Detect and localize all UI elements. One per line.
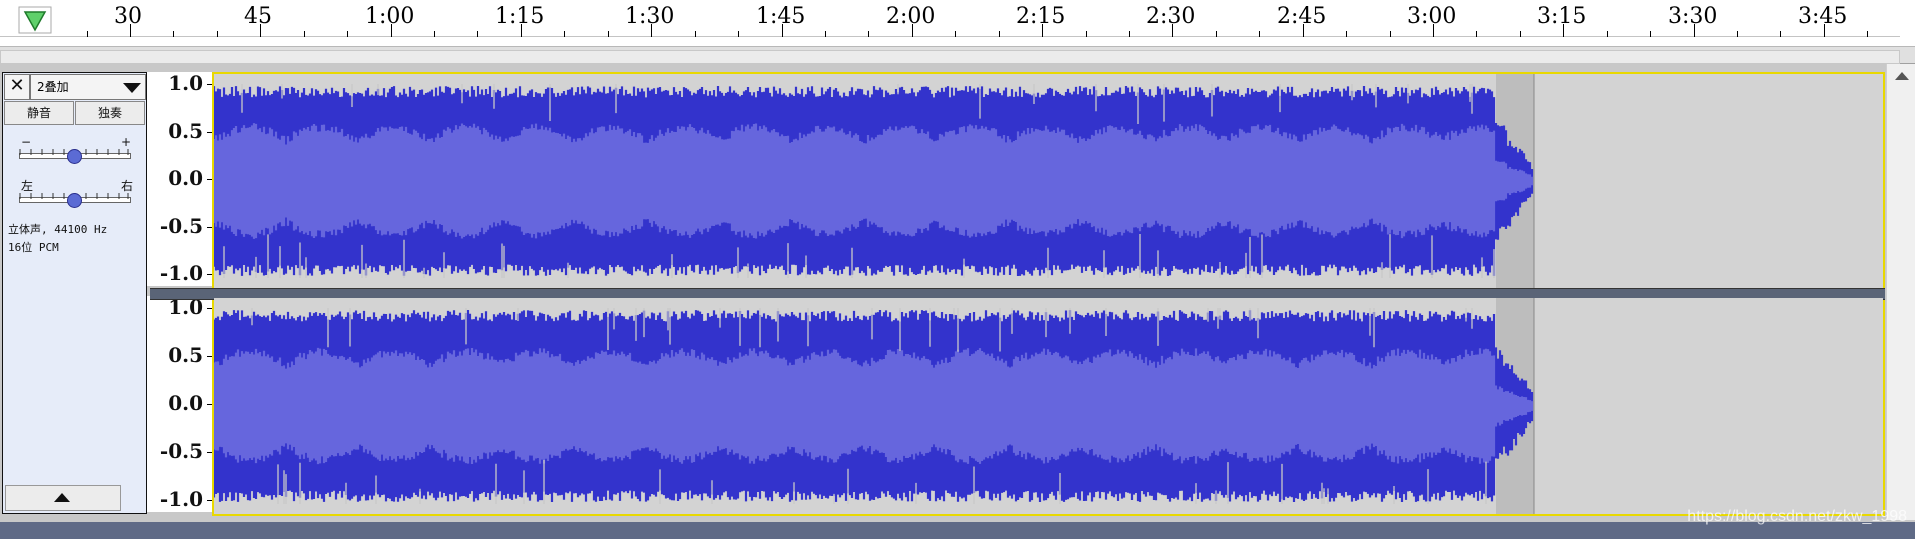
timeline-minor-tick [999,31,1000,37]
timeline-minor-tick [87,31,88,37]
amplitude-label: -0.5 [159,439,203,463]
timeline-minor-tick [1476,31,1477,37]
pan-right-label: 右 [121,179,134,193]
pan-slider-knob[interactable] [67,193,82,208]
track-control-panel: ✕ 2叠加 静音 独奏 − + 左 右 立体声, 44100 Hz 16位 PC… [2,72,147,514]
vertical-scrollbar[interactable] [1886,64,1915,520]
timeline-minor-tick [1390,31,1391,37]
timeline-minor-tick [217,31,218,37]
amplitude-label: -1.0 [159,261,203,285]
timeline-minor-tick [1607,31,1608,37]
timeline-minor-tick [1216,31,1217,37]
timeline-minor-tick [564,31,565,37]
timeline-minor-tick [304,31,305,37]
timeline-band-inner [0,50,1900,64]
amplitude-label: 1.0 [168,71,203,95]
amplitude-label: 0.0 [168,166,203,190]
gain-slider-knob[interactable] [67,149,82,164]
track-format-info: 立体声, 44100 Hz 16位 PCM [8,221,107,257]
timeline-minor-tick [695,31,696,37]
amplitude-label: -0.5 [159,214,203,238]
gain-max-label: + [121,135,132,149]
amplitude-scale-top: 1.0 0.5 0.0 -0.5 -1.0 [147,71,213,286]
bottom-status-bar [0,522,1915,539]
timeline-label: 3:45 [1798,4,1848,29]
timeline-minor-tick [1737,31,1738,37]
timeline-minor-tick [1867,31,1868,37]
mute-button[interactable]: 静音 [4,101,74,125]
collapse-up-icon [54,493,70,502]
timeline-label: 1:30 [625,4,675,29]
track-name-label: 2叠加 [37,80,69,94]
timeline-label: 1:45 [756,4,806,29]
timeline-label: 1:00 [365,4,415,29]
amplitude-label: -1.0 [159,487,203,511]
timeline-minor-tick [1259,31,1260,37]
timeline-minor-tick [868,31,869,37]
amplitude-label: 0.0 [168,391,203,415]
timeline-minor-tick [608,31,609,37]
amplitude-label: 0.5 [168,343,203,367]
collapse-track-button[interactable] [5,485,121,511]
waveform-rms [214,347,1534,465]
timeline-minor-tick [477,31,478,37]
play-head-triangle-icon[interactable] [18,6,52,34]
track-format-line2: 16位 PCM [8,241,59,254]
timeline-minor-tick [434,31,435,37]
timeline-label: 1:15 [495,4,545,29]
gain-min-label: − [21,135,32,149]
ruler-baseline [0,36,1900,37]
timeline-minor-tick [1650,31,1651,37]
timeline-label: 2:45 [1277,4,1327,29]
dropdown-arrow-icon [123,83,141,93]
scroll-up-arrow-icon[interactable] [1895,72,1909,80]
waveform-svg [214,298,1883,514]
amplitude-label: 0.5 [168,119,203,143]
track-format-line1: 立体声, 44100 Hz [8,223,108,236]
timeline-label: 3:30 [1668,4,1718,29]
close-track-button[interactable]: ✕ [4,74,30,100]
track-name-menu[interactable]: 2叠加 [30,74,146,100]
timeline-label: 2:15 [1016,4,1066,29]
timeline-label: 3:00 [1407,4,1457,29]
timeline-minor-tick [1346,31,1347,37]
timeline-label: 45 [244,4,272,29]
waveform-svg [214,74,1883,288]
timeline-label: 3:15 [1537,4,1587,29]
timeline-label: 2:30 [1146,4,1196,29]
waveform-clip[interactable] [150,72,1885,516]
close-icon: ✕ [9,75,25,96]
timeline-minor-tick [955,31,956,37]
timeline-minor-tick [1520,31,1521,37]
waveform-channel-right[interactable] [214,298,1883,514]
timeline-minor-tick [1780,31,1781,37]
solo-button[interactable]: 独奏 [75,101,145,125]
timeline-minor-tick [825,31,826,37]
watermark-text: https://blog.csdn.net/zkw_1998 [1687,508,1907,525]
timeline-minor-tick [1086,31,1087,37]
waveform-rms [214,123,1534,239]
waveform-channel-left[interactable] [214,74,1883,288]
timeline-label: 30 [114,4,142,29]
pan-left-label: 左 [21,179,34,193]
timeline-minor-tick [173,31,174,37]
timeline-minor-tick [738,31,739,37]
timeline-minor-tick [1129,31,1130,37]
timeline-ruler[interactable]: 30 45 1:00 1:15 1:30 1:45 2:00 2:15 2:30 2:45 3:00… [0,0,1915,47]
timeline-label: 2:00 [886,4,936,29]
amplitude-scale-bottom: 1.0 0.5 0.0 -0.5 -1.0 [147,295,213,512]
timeline-minor-tick [347,31,348,37]
